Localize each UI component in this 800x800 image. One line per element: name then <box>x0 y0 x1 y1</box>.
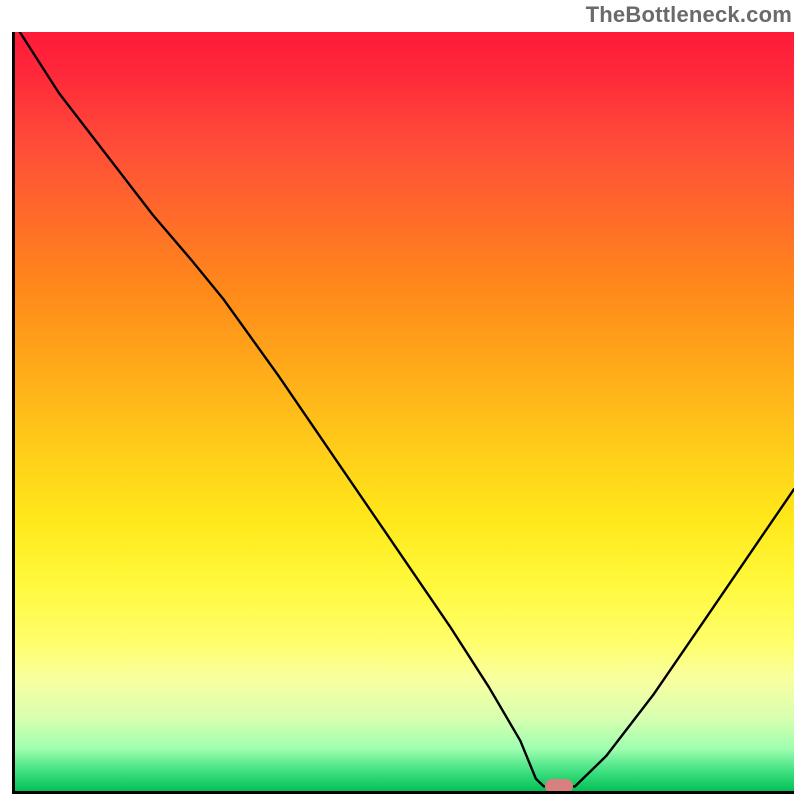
bottleneck-curve <box>20 32 794 786</box>
optimal-marker <box>545 779 573 793</box>
watermark-text: TheBottleneck.com <box>586 2 792 28</box>
curve-layer <box>12 32 794 794</box>
chart-container: TheBottleneck.com <box>0 0 800 800</box>
